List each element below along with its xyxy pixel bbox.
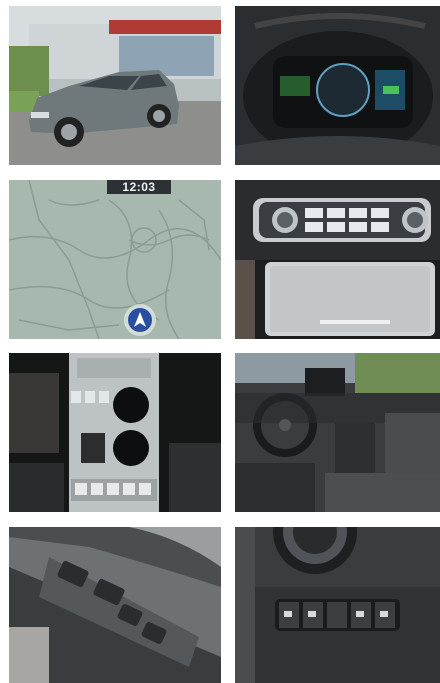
instrument-cluster-thumbnail[interactable] [235, 6, 440, 165]
door-switches-thumbnail[interactable] [9, 527, 221, 683]
dashboard-switches-thumbnail[interactable] [235, 527, 440, 683]
door-window-switches-photo [9, 527, 221, 683]
center-console-thumbnail[interactable] [9, 353, 221, 512]
dashboard-switches-photo [235, 527, 440, 683]
climate-control-photo [235, 180, 440, 339]
climate-control-thumbnail[interactable] [235, 180, 440, 339]
map-clock: 12:03 [107, 180, 171, 194]
photo-gallery: 12:03 [0, 0, 440, 683]
cockpit-interior-photo [235, 353, 440, 512]
navigation-map-photo [9, 180, 221, 339]
navigation-map-thumbnail[interactable]: 12:03 [9, 180, 221, 339]
cockpit-interior-thumbnail[interactable] [235, 353, 440, 512]
car-exterior-thumbnail[interactable] [9, 6, 221, 165]
instrument-cluster-photo [235, 6, 440, 165]
center-console-photo [9, 353, 221, 512]
car-exterior-photo [9, 6, 221, 165]
